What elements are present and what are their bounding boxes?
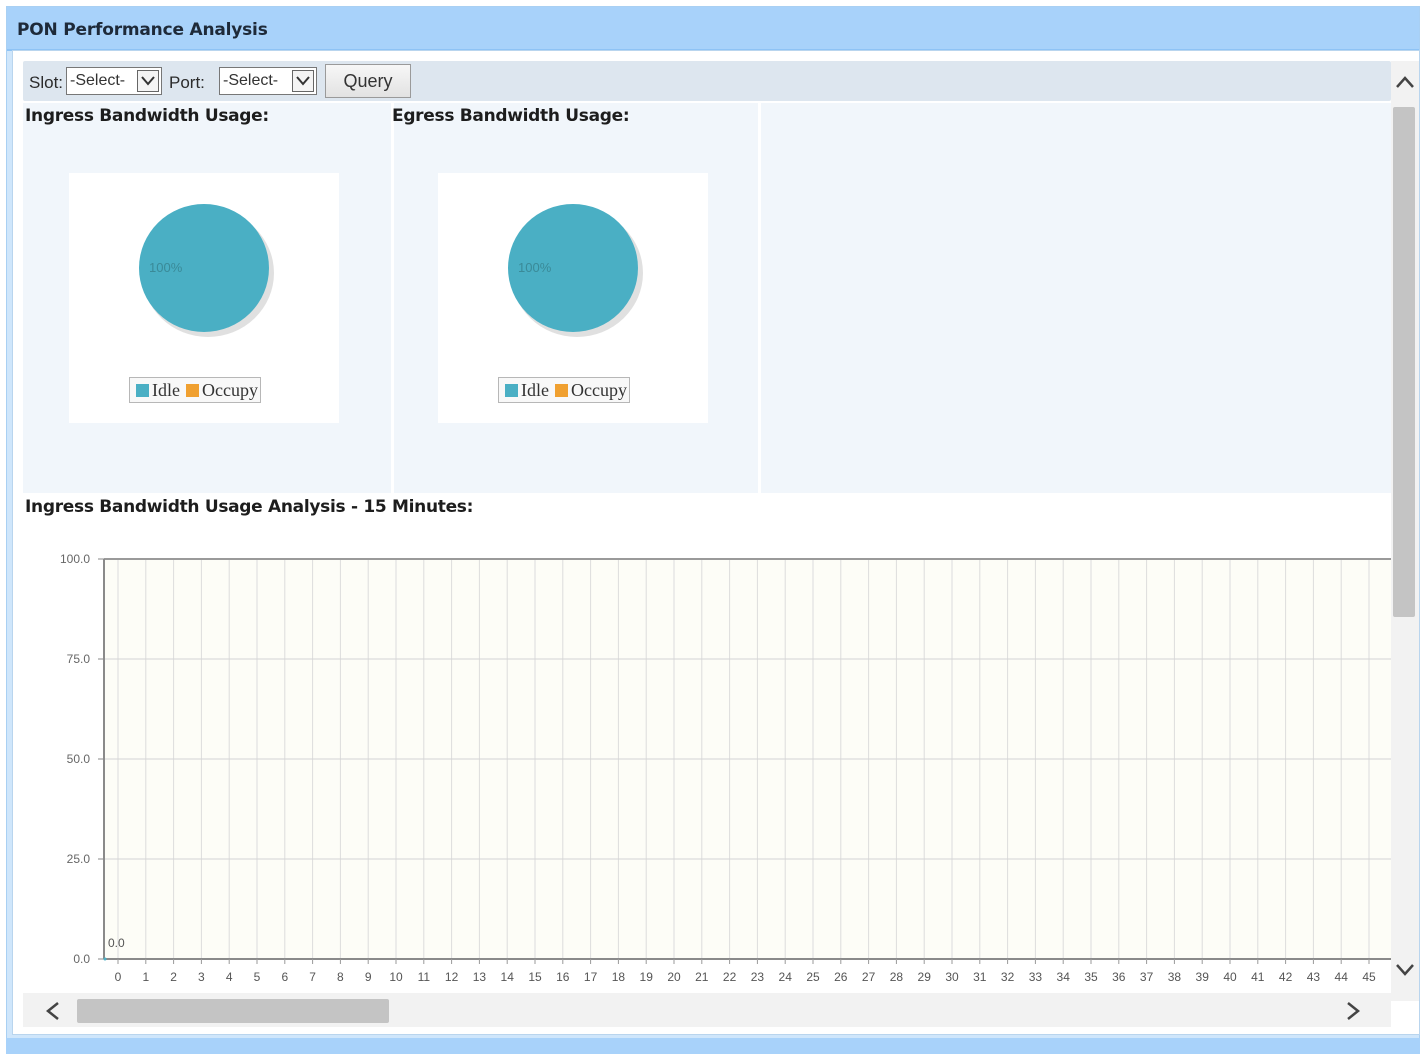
x-tick-label: 12 <box>445 970 459 984</box>
x-tick-label: 5 <box>254 970 261 984</box>
slot-select-value: -Select- <box>70 72 126 89</box>
port-select[interactable]: -Select- <box>219 67 317 95</box>
window-titlebar: PON Performance Analysis <box>7 7 1419 51</box>
scroll-left-icon[interactable] <box>45 1001 61 1021</box>
port-label: Port: <box>169 73 205 92</box>
window-bottom-bar <box>6 1038 1420 1054</box>
x-tick-label: 2 <box>170 970 177 984</box>
slot-label: Slot: <box>29 73 64 92</box>
ingress-pie-label: 100% <box>149 260 183 275</box>
x-tick-label: 9 <box>365 970 372 984</box>
x-tick-label: 20 <box>667 970 681 984</box>
x-tick-label: 32 <box>1001 970 1015 984</box>
horizontal-scroll-thumb[interactable] <box>77 999 389 1023</box>
scroll-right-icon[interactable] <box>1345 1001 1361 1021</box>
horizontal-scrollbar[interactable] <box>23 993 1391 1027</box>
data-label: 0.0 <box>108 936 125 950</box>
x-tick-label: 3 <box>198 970 205 984</box>
x-tick-label: 41 <box>1251 970 1265 984</box>
x-tick-label: 21 <box>695 970 709 984</box>
x-tick-label: 22 <box>723 970 737 984</box>
vertical-scrollbar[interactable] <box>1391 61 1419 1001</box>
empty-usage-section <box>761 103 1391 493</box>
egress-usage-section: Egress Bandwidth Usage: 100% Idle Occupy <box>392 103 758 493</box>
ingress-pie-container: 100% Idle Occupy <box>69 173 339 423</box>
x-tick-label: 14 <box>501 970 515 984</box>
y-tick-label: 100.0 <box>60 552 90 566</box>
ingress-usage-title: Ingress Bandwidth Usage: <box>25 106 269 126</box>
ingress-usage-section: Ingress Bandwidth Usage: 100% Idle Occupy <box>23 103 391 493</box>
x-tick-label: 17 <box>584 970 598 984</box>
slot-select[interactable]: -Select- <box>66 67 162 95</box>
x-tick-label: 27 <box>862 970 876 984</box>
egress-pie-chart: 100% <box>508 204 643 337</box>
legend-occupy-label: Occupy <box>570 380 627 400</box>
y-tick-label: 0.0 <box>73 952 90 966</box>
ingress-pie-legend: Idle Occupy <box>129 377 261 403</box>
scroll-down-icon[interactable] <box>1395 963 1415 977</box>
x-tick-label: 0 <box>115 970 122 984</box>
x-tick-label: 26 <box>834 970 848 984</box>
y-tick-label: 75.0 <box>67 652 91 666</box>
x-tick-label: 25 <box>806 970 820 984</box>
legend-idle-label: Idle <box>152 380 180 400</box>
egress-pie-label: 100% <box>518 260 552 275</box>
scroll-up-icon[interactable] <box>1395 75 1415 89</box>
y-tick-label: 50.0 <box>67 752 91 766</box>
x-tick-label: 42 <box>1279 970 1293 984</box>
ingress-pie-chart: 100% <box>139 204 274 337</box>
data-point <box>103 957 107 961</box>
x-tick-label: 31 <box>973 970 987 984</box>
x-tick-label: 8 <box>337 970 344 984</box>
legend-swatch-occupy <box>554 384 568 397</box>
egress-pie-container: 100% Idle Occupy <box>438 173 708 423</box>
window-title: PON Performance Analysis <box>17 20 268 40</box>
bandwidth-line-chart: 100.075.050.025.00.00 1 2 3 4 5 6 7 8 9 10 11 12 13 14… <box>60 552 1391 984</box>
x-tick-label: 44 <box>1335 970 1349 984</box>
x-tick-label: 19 <box>640 970 654 984</box>
legend-occupy-label: Occupy <box>201 380 258 400</box>
content-panel: Slot: -Select- Port: -Select- Query Ingr… <box>12 50 1420 1035</box>
legend-idle-label: Idle <box>521 380 549 400</box>
x-tick-label: 7 <box>309 970 316 984</box>
x-tick-label: 13 <box>473 970 487 984</box>
chevron-down-icon <box>137 70 159 92</box>
x-tick-label: 29 <box>918 970 932 984</box>
x-tick-label: 40 <box>1223 970 1237 984</box>
x-tick-label: 33 <box>1029 970 1043 984</box>
x-tick-label: 37 <box>1140 970 1154 984</box>
chevron-down-icon <box>292 70 314 92</box>
x-tick-label: 16 <box>556 970 570 984</box>
x-tick-label: 18 <box>612 970 626 984</box>
x-tick-label: 36 <box>1112 970 1126 984</box>
egress-usage-title: Egress Bandwidth Usage: <box>392 106 630 126</box>
x-tick-label: 38 <box>1168 970 1182 984</box>
y-tick-label: 25.0 <box>67 852 91 866</box>
x-tick-label: 30 <box>945 970 959 984</box>
x-tick-label: 10 <box>389 970 403 984</box>
x-tick-label: 43 <box>1307 970 1321 984</box>
x-tick-label: 23 <box>751 970 765 984</box>
x-tick-label: 39 <box>1196 970 1210 984</box>
x-tick-label: 34 <box>1057 970 1071 984</box>
x-tick-label: 6 <box>281 970 288 984</box>
x-tick-label: 11 <box>418 970 431 984</box>
legend-swatch-idle <box>136 384 149 397</box>
x-tick-label: 1 <box>142 970 149 984</box>
query-toolbar: Slot: -Select- Port: -Select- Query <box>23 61 1391 101</box>
legend-swatch-idle <box>505 384 518 397</box>
x-tick-label: 24 <box>779 970 793 984</box>
x-tick-label: 45 <box>1362 970 1376 984</box>
x-tick-label: 15 <box>528 970 542 984</box>
analysis-title: Ingress Bandwidth Usage Analysis - 15 Mi… <box>25 497 474 517</box>
query-button[interactable]: Query <box>325 64 411 98</box>
legend-swatch-occupy <box>185 384 199 397</box>
port-select-value: -Select- <box>223 72 279 89</box>
vertical-scroll-thumb[interactable] <box>1393 107 1415 617</box>
x-tick-label: 35 <box>1084 970 1098 984</box>
x-tick-label: 4 <box>226 970 233 984</box>
x-tick-label: 28 <box>890 970 904 984</box>
egress-pie-legend: Idle Occupy <box>498 377 630 403</box>
